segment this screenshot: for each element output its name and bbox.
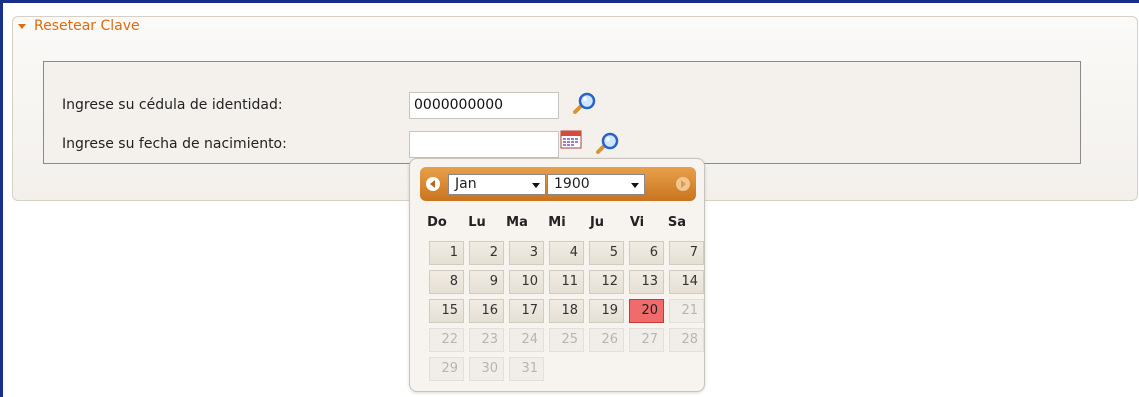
calendar-day: 24	[509, 328, 544, 352]
calendar-day: 28	[669, 328, 704, 352]
calendar-day: 29	[429, 357, 464, 381]
window-left-border	[0, 0, 3, 397]
calendar-day[interactable]: 1	[429, 241, 464, 265]
weekday-header: Vi	[629, 215, 645, 230]
calendar-day: 25	[549, 328, 584, 352]
calendar-day[interactable]: 11	[549, 270, 584, 294]
calendar-day: 26	[589, 328, 624, 352]
calendar-day[interactable]: 8	[429, 270, 464, 294]
magnifier-icon[interactable]	[594, 132, 620, 156]
calendar-day[interactable]: 15	[429, 299, 464, 323]
calendar-day[interactable]: 19	[589, 299, 624, 323]
caret-down-icon	[18, 23, 26, 29]
weekday-header: Sa	[667, 215, 687, 230]
weekday-header: Mi	[548, 215, 566, 230]
prev-month-icon[interactable]	[426, 177, 440, 191]
year-select[interactable]: 1900	[547, 174, 645, 195]
window-top-border	[0, 0, 1139, 3]
datepicker-popup: Jan 1900 Do Lu Ma Mi Ju Vi Sa 1 2 3 4 5 6 7 8 9 10 11 12 1…	[409, 158, 705, 392]
panel-header[interactable]: Resetear Clave	[18, 18, 140, 34]
next-month-icon[interactable]	[676, 177, 690, 191]
chevron-down-icon	[532, 183, 540, 188]
calendar-day[interactable]: 16	[469, 299, 504, 323]
calendar-day[interactable]: 12	[589, 270, 624, 294]
month-select-value: Jan	[455, 176, 477, 192]
weekday-header: Ma	[506, 215, 528, 230]
calendar-day: 31	[509, 357, 544, 381]
calendar-day[interactable]: 4	[549, 241, 584, 265]
calendar-day[interactable]: 5	[589, 241, 624, 265]
calendar-day[interactable]: 17	[509, 299, 544, 323]
calendar-day: 30	[469, 357, 504, 381]
calendar-day: 21	[669, 299, 704, 323]
cedula-input[interactable]: 0000000000	[409, 92, 559, 119]
month-select[interactable]: Jan	[448, 174, 546, 195]
calendar-day[interactable]: 7	[669, 241, 704, 265]
fecha-input[interactable]	[409, 131, 559, 158]
calendar-day: 22	[429, 328, 464, 352]
calendar-day[interactable]: 3	[509, 241, 544, 265]
calendar-day[interactable]: 2	[469, 241, 504, 265]
calendar-day: 27	[629, 328, 664, 352]
calendar-day-selected[interactable]: 20	[629, 299, 664, 323]
calendar-day[interactable]: 9	[469, 270, 504, 294]
calendar-day: 23	[469, 328, 504, 352]
calendar-day[interactable]: 13	[629, 270, 664, 294]
cedula-label: Ingrese su cédula de identidad:	[62, 97, 283, 113]
calendar-icon[interactable]	[560, 130, 584, 150]
datepicker-header: Jan 1900	[420, 167, 696, 201]
weekday-header: Do	[427, 215, 447, 230]
magnifier-icon[interactable]	[571, 92, 597, 116]
calendar-day[interactable]: 18	[549, 299, 584, 323]
calendar-day[interactable]: 14	[669, 270, 704, 294]
chevron-down-icon	[631, 183, 639, 188]
calendar-day[interactable]: 6	[629, 241, 664, 265]
weekday-header: Lu	[468, 215, 486, 230]
weekday-header: Ju	[589, 215, 605, 230]
calendar-day[interactable]: 10	[509, 270, 544, 294]
fecha-label: Ingrese su fecha de nacimiento:	[62, 136, 287, 152]
panel-title: Resetear Clave	[34, 18, 140, 34]
year-select-value: 1900	[554, 176, 590, 192]
